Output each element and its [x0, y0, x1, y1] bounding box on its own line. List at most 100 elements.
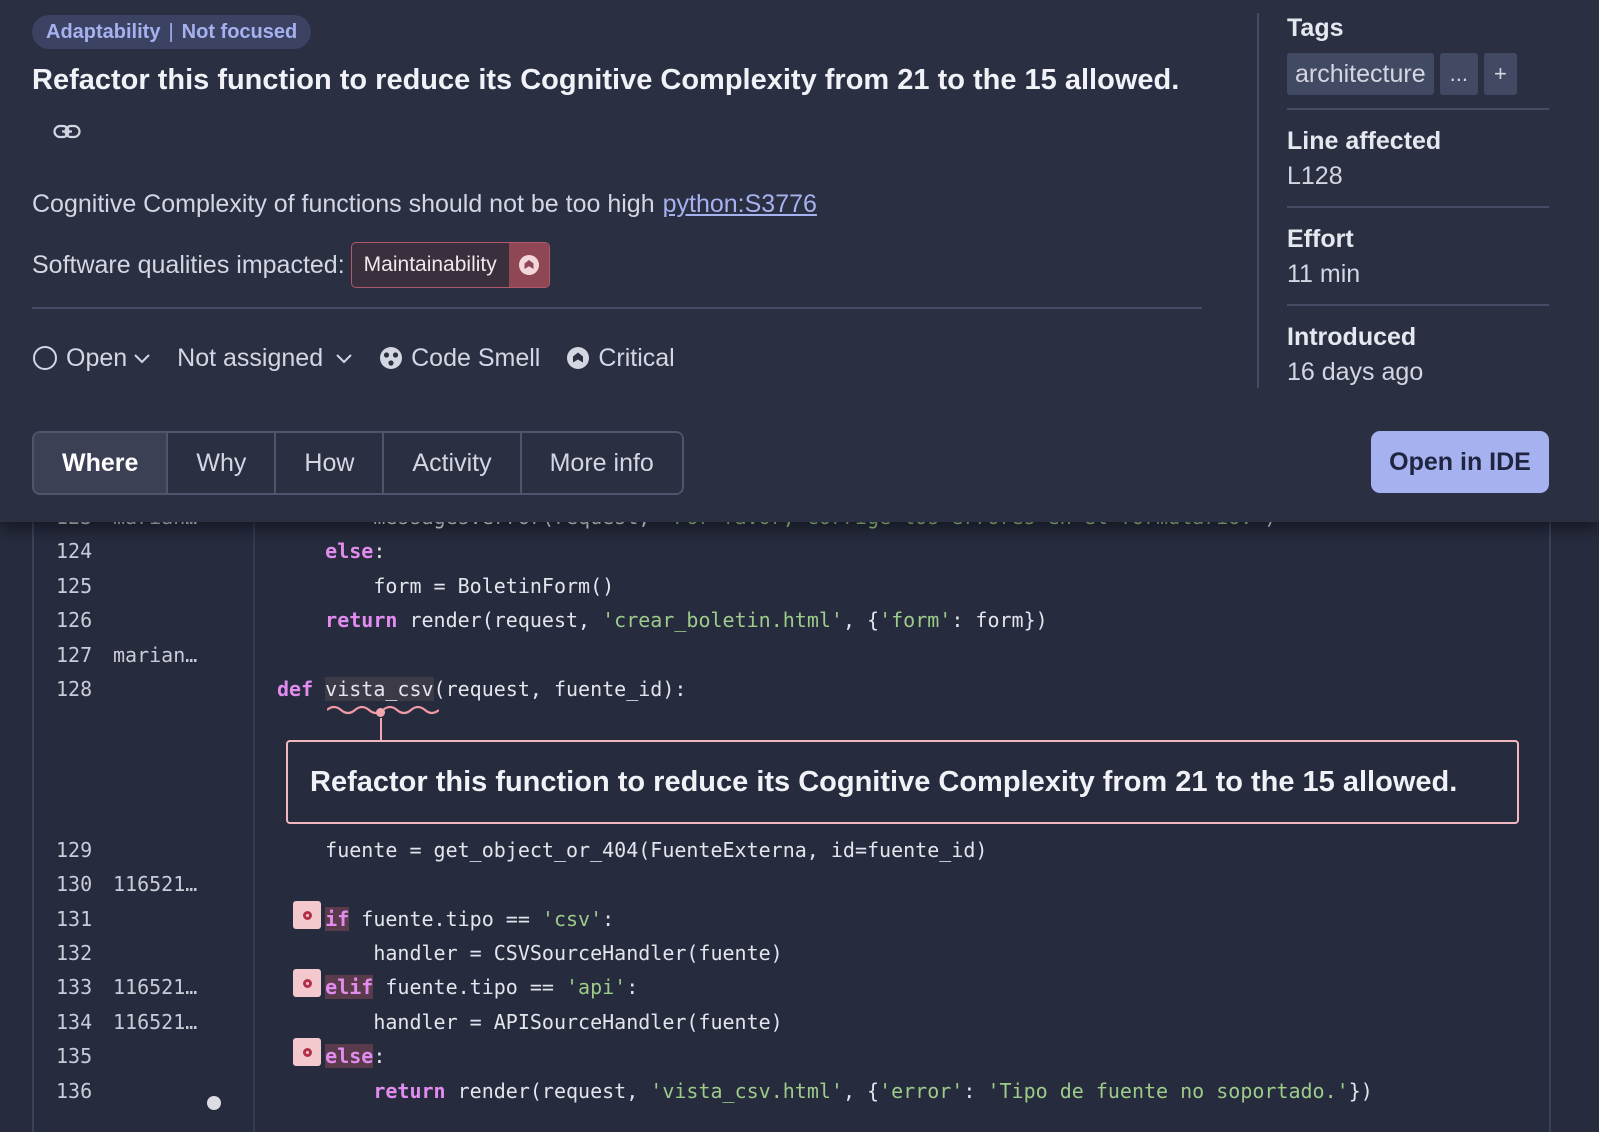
line-source: return render(request, 'crear_boletin.ht… [325, 608, 1048, 632]
code-line-issue: 128 def vista_csv(request, fuente_id): [34, 672, 1549, 707]
status-dropdown[interactable]: Open [32, 344, 151, 373]
line-number: 128 [56, 677, 93, 701]
line-affected-section: Line affected L128 [1287, 110, 1549, 208]
permalink-icon[interactable] [53, 122, 81, 142]
qualities-label: Software qualities impacted: [32, 250, 345, 279]
issue-title: Refactor this function to reduce its Cog… [32, 64, 1180, 96]
line-number: 133 [56, 975, 93, 999]
line-number: 134 [56, 1010, 93, 1034]
line-source: if fuente.tipo == 'csv': [325, 907, 615, 931]
issue-severity: Critical [566, 343, 675, 373]
code-line: 136 return render(request, 'vista_csv.ht… [34, 1074, 1549, 1109]
line-source: form = BoletinForm() [277, 574, 615, 598]
code-smell-icon [380, 347, 403, 369]
tab-why[interactable]: Why [168, 433, 277, 493]
assignee-label: Not assigned [177, 343, 324, 372]
side-panel-separator [1257, 13, 1259, 388]
severity-critical-icon [567, 347, 590, 369]
open-in-ide-button[interactable]: Open in IDE [1371, 431, 1549, 493]
line-number: 127 [56, 643, 93, 667]
code-line: 130 116521… [34, 867, 1549, 902]
line-affected-value: L128 [1287, 162, 1343, 190]
effort-value: 11 min [1287, 260, 1361, 288]
line-source: def vista_csv(request, fuente_id): [277, 677, 687, 701]
code-line: 133 116521… elif fuente.tipo == 'api': [34, 970, 1549, 1005]
introduced-section: Introduced 16 days ago [1287, 306, 1549, 387]
status-circle-icon [33, 346, 57, 370]
line-author: 116521… [113, 975, 198, 999]
line-number: 132 [56, 941, 93, 965]
status-label: Open [66, 343, 128, 372]
code-line: 135 else: [34, 1039, 1549, 1074]
line-number: 135 [56, 1044, 93, 1068]
line-author: marian… [113, 643, 198, 667]
issue-side-panel: Tags architecture ... + Line affected L1… [1287, 14, 1549, 387]
line-number: 129 [56, 838, 93, 862]
tags-more-button[interactable]: ... [1439, 53, 1478, 95]
rule-key-link[interactable]: python:S3776 [663, 190, 817, 218]
secondary-location-marker[interactable] [293, 1038, 321, 1066]
rule-title: Cognitive Complexity of functions should… [32, 190, 655, 218]
issue-type-label: Code Smell [411, 343, 541, 372]
code-viewer: 123 marian… messages.error(request, 'Por… [32, 514, 1551, 1132]
line-source: fuente = get_object_or_404(FuenteExterna… [277, 838, 988, 862]
code-line: 127 marian… [34, 638, 1549, 673]
line-affected-heading: Line affected [1287, 127, 1442, 155]
chevron-down-icon [336, 354, 352, 364]
effort-section: Effort 11 min [1287, 208, 1549, 306]
code-line: 134 116521… handler = APISourceHandler(f… [34, 1005, 1549, 1040]
issue-tabs: Where Why How Activity More info [32, 431, 684, 495]
line-source: elif fuente.tipo == 'api': [325, 975, 639, 999]
quality-chip-maintainability[interactable]: Maintainability [350, 242, 550, 288]
effort-heading: Effort [1287, 225, 1354, 253]
tag-architecture[interactable]: architecture [1287, 53, 1434, 95]
attribute-label: Adaptability [46, 20, 161, 43]
code-line: 129 fuente = get_object_or_404(FuenteExt… [34, 833, 1549, 868]
code-line: 132 handler = CSVSourceHandler(fuente) [34, 936, 1549, 971]
rule-description: Cognitive Complexity of functions should… [32, 190, 817, 219]
line-number: 125 [56, 574, 93, 598]
secondary-location-marker[interactable] [293, 901, 321, 929]
line-author: 116521… [113, 872, 198, 896]
tab-activity[interactable]: Activity [384, 433, 522, 493]
issue-meta-row: Open Not assigned Code Smell Critical [32, 338, 701, 378]
line-author: 116521… [113, 1010, 198, 1034]
line-source: return render(request, 'vista_csv.html',… [373, 1079, 1373, 1103]
introduced-value: 16 days ago [1287, 358, 1424, 386]
clean-code-attribute-badge: Adaptability | Not focused [32, 15, 312, 49]
line-number: 130 [56, 872, 93, 896]
coverage-dot-icon [207, 1096, 221, 1110]
issue-header: Adaptability | Not focused Refactor this… [0, 0, 1599, 522]
code-line: 131 if fuente.tipo == 'csv': [34, 902, 1549, 937]
line-number: 124 [56, 539, 93, 563]
line-source: handler = APISourceHandler(fuente) [277, 1010, 783, 1034]
tags-list: architecture ... + [1287, 53, 1549, 95]
tab-more-info[interactable]: More info [521, 433, 682, 493]
software-qualities: Software qualities impacted: Maintainabi… [32, 242, 550, 288]
line-source: handler = CSVSourceHandler(fuente) [277, 941, 783, 965]
header-divider [32, 307, 1202, 309]
severity-high-icon [508, 243, 549, 287]
introduced-heading: Introduced [1287, 323, 1417, 351]
tags-heading: Tags [1287, 14, 1344, 42]
quality-label: Maintainability [363, 253, 497, 276]
code-line: 124 else: [34, 534, 1549, 569]
tab-where[interactable]: Where [34, 433, 169, 493]
chevron-down-icon [134, 354, 150, 364]
tags-section: Tags architecture ... + [1287, 14, 1549, 110]
line-number: 131 [56, 907, 93, 931]
line-number: 126 [56, 608, 93, 632]
secondary-location-marker[interactable] [293, 969, 321, 997]
line-source: else: [325, 539, 386, 563]
inline-issue-message[interactable]: Refactor this function to reduce its Cog… [286, 740, 1519, 824]
issue-type: Code Smell [379, 344, 540, 373]
severity-label: Critical [598, 343, 675, 372]
tab-how[interactable]: How [276, 433, 385, 493]
add-tag-button[interactable]: + [1483, 53, 1517, 95]
issue-connector [380, 718, 382, 740]
focus-status-label: Not focused [181, 20, 298, 43]
code-line: 125 form = BoletinForm() [34, 569, 1549, 604]
code-line: 126 return render(request, 'crear_boleti… [34, 603, 1549, 638]
issue-connector-dot [376, 708, 385, 717]
assignee-dropdown[interactable]: Not assigned [177, 344, 353, 373]
